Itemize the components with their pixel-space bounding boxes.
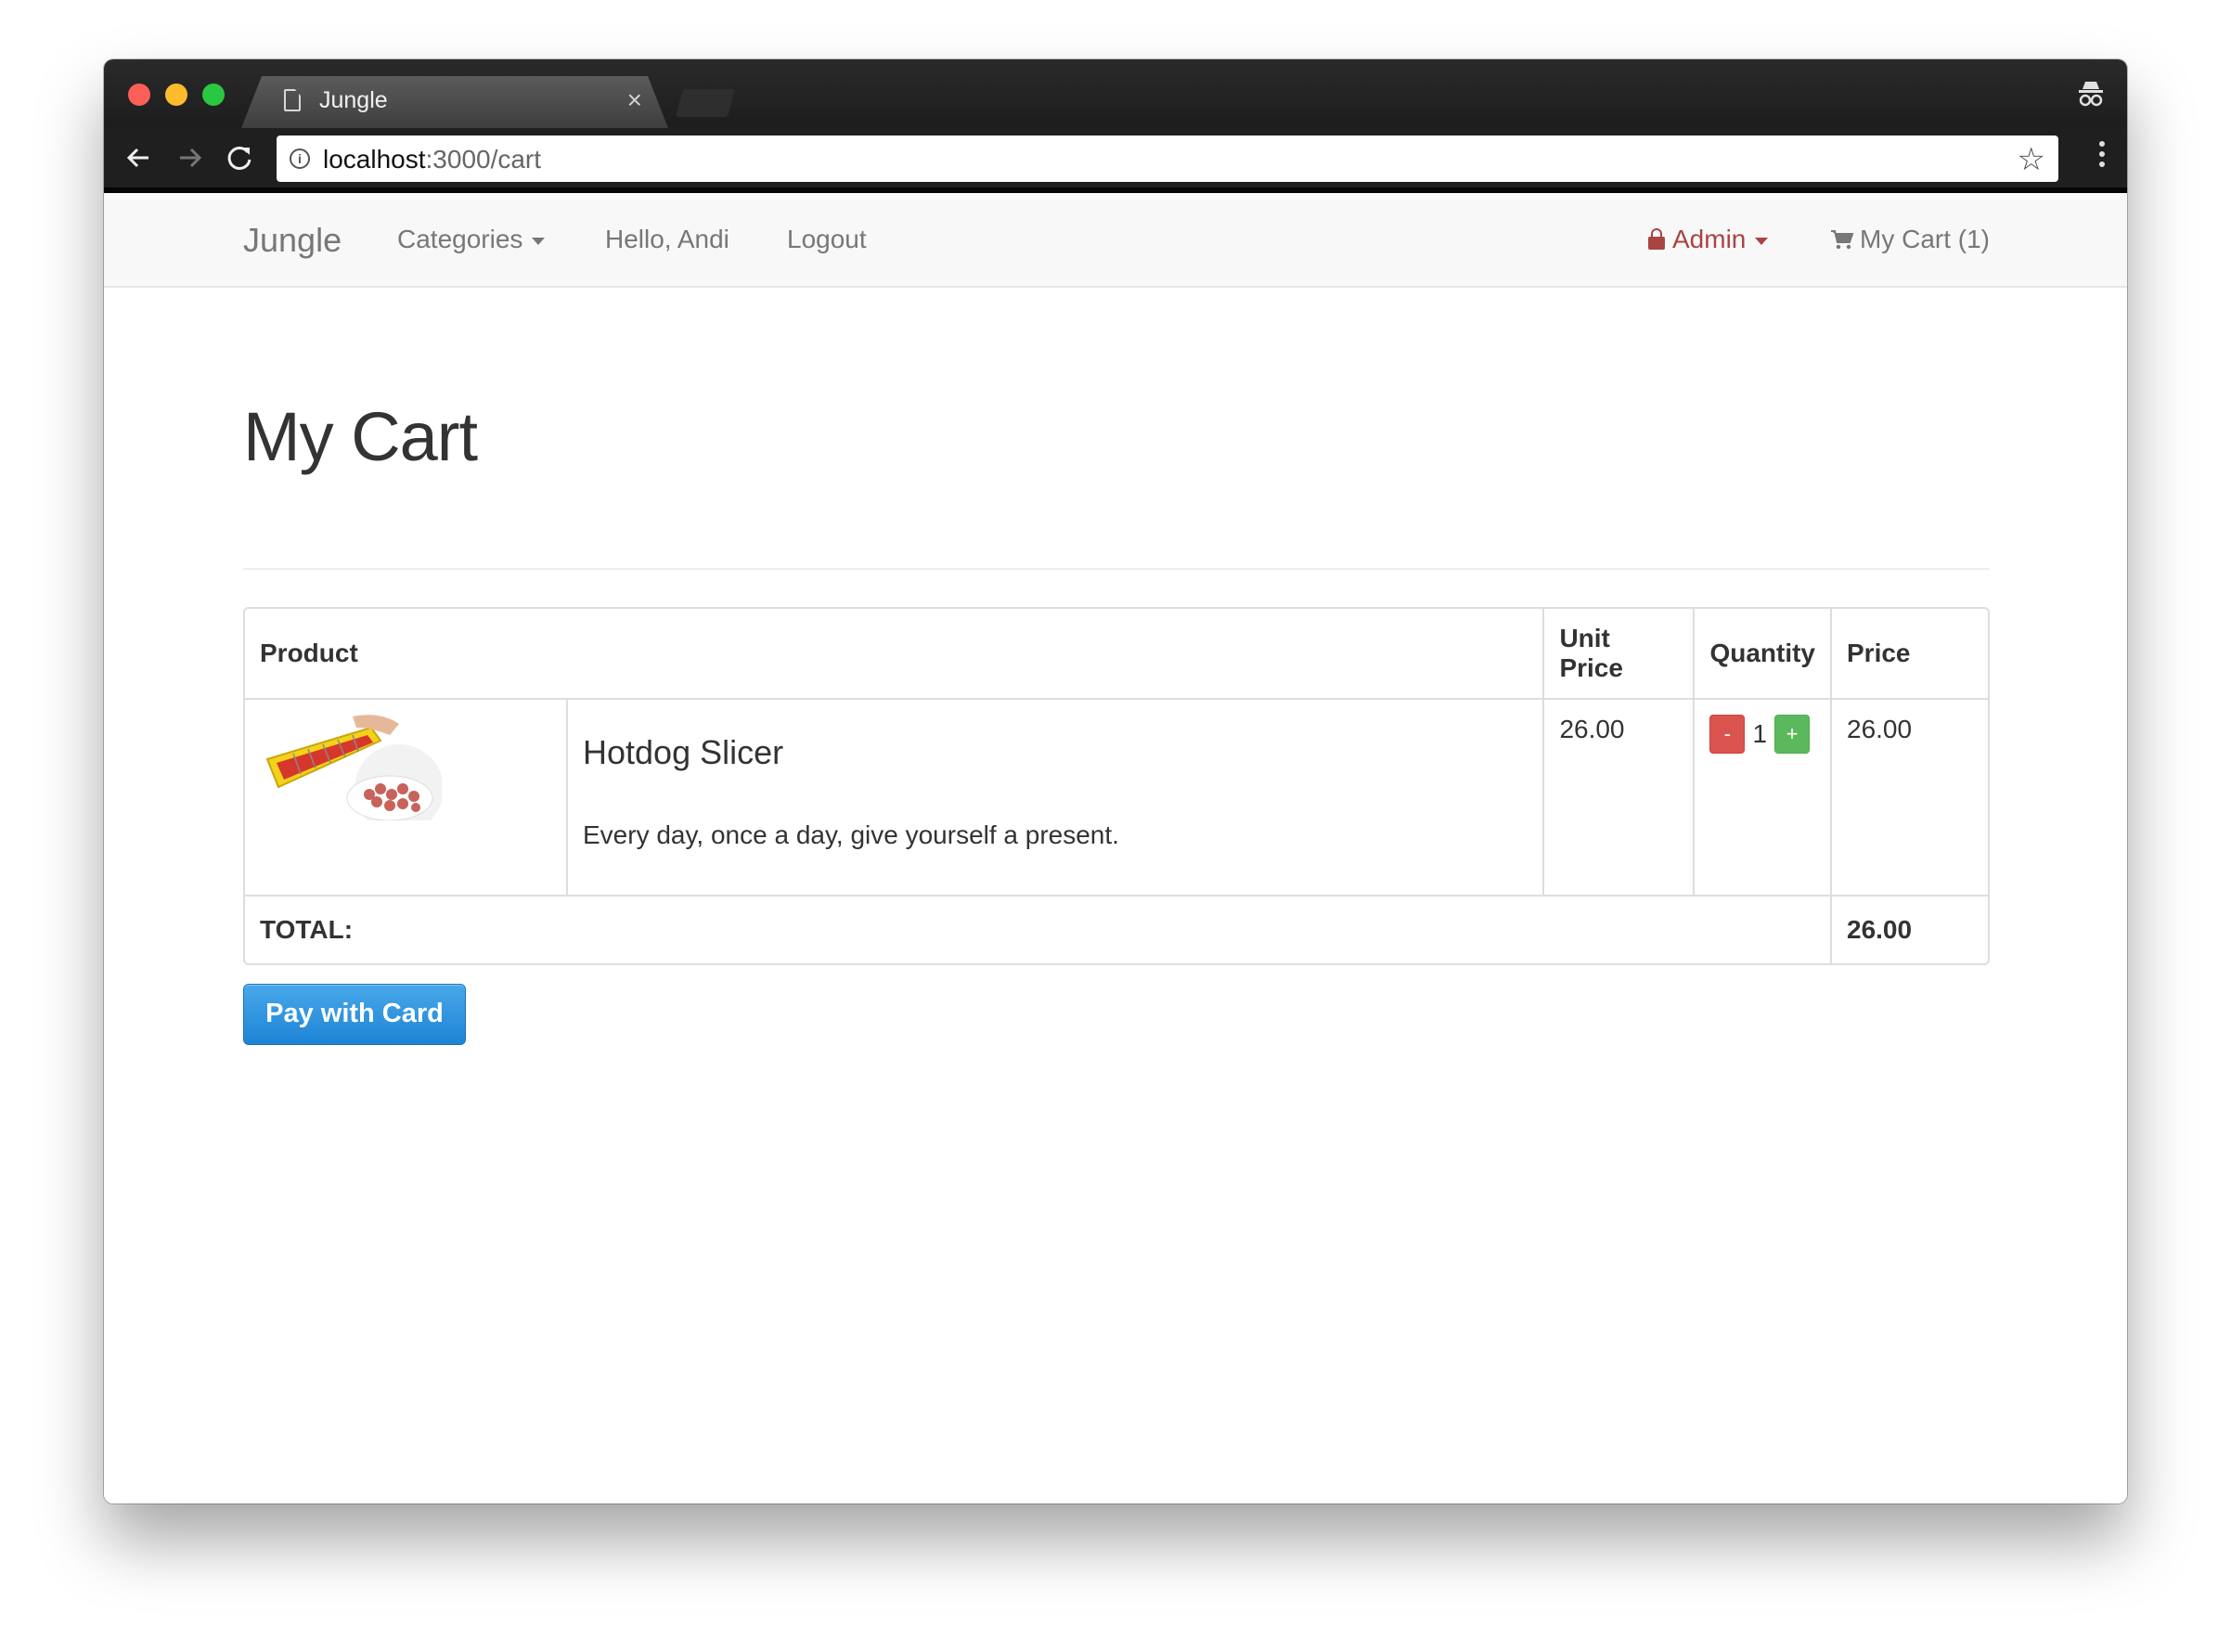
pay-with-card-button[interactable]: Pay with Card (243, 984, 466, 1045)
table-row: Hotdog Slicer Every day, once a day, giv… (245, 698, 1988, 895)
my-cart-link[interactable]: My Cart (1) (1830, 225, 1990, 254)
page-content: Jungle Categories Hello, Andi Logout Adm… (104, 193, 2127, 1504)
browser-toolbar: i localhost:3000/cart ☆ (104, 128, 2127, 193)
tab-title: Jungle (319, 87, 388, 113)
reload-icon[interactable] (221, 139, 258, 176)
caret-down-icon (1755, 237, 1769, 245)
logout-link[interactable]: Logout (787, 225, 867, 254)
browser-window: Jungle × i localhost:3000/cart ☆ Jungle … (104, 59, 2127, 1504)
page-title: My Cart (243, 398, 478, 475)
document-icon (284, 89, 301, 111)
product-name[interactable]: Hotdog Slicer (583, 733, 1528, 772)
product-description: Every day, once a day, give yourself a p… (583, 820, 1119, 849)
header-quantity: Quantity (1693, 609, 1830, 698)
categories-dropdown[interactable]: Categories (397, 225, 546, 254)
lock-icon (1648, 228, 1665, 250)
quantity-cell: -1 + (1693, 698, 1830, 895)
address-bar[interactable]: i localhost:3000/cart ☆ (277, 136, 2058, 182)
url-text[interactable]: localhost:3000/cart (323, 145, 541, 174)
close-window-button[interactable] (128, 84, 150, 106)
new-tab-button[interactable] (675, 89, 736, 117)
product-image[interactable] (260, 715, 444, 833)
site-navbar: Jungle Categories Hello, Andi Logout Adm… (104, 193, 2127, 288)
brand-link[interactable]: Jungle (243, 221, 342, 260)
greeting-link[interactable]: Hello, Andi (605, 225, 729, 254)
header-product: Product (260, 639, 358, 667)
my-cart-label: My Cart (1) (1860, 225, 1990, 253)
table-header-row: Product Unit Price Quantity Price (245, 609, 1988, 698)
star-icon[interactable]: ☆ (2018, 141, 2045, 178)
title-divider (243, 568, 1990, 570)
back-arrow-icon[interactable] (121, 139, 158, 176)
price-cell: 26.00 (1830, 698, 1988, 895)
shopping-cart-icon (1831, 230, 1854, 250)
minimize-window-button[interactable] (165, 84, 187, 106)
header-unit-price: Unit Price (1542, 609, 1693, 698)
forward-arrow-icon[interactable] (171, 139, 208, 176)
admin-label: Admin (1672, 225, 1747, 253)
menu-icon[interactable] (2099, 141, 2107, 176)
unit-price-cell: 26.00 (1542, 698, 1694, 895)
maximize-window-button[interactable] (202, 84, 225, 106)
title-bar: Jungle × (104, 59, 2127, 128)
categories-label: Categories (397, 225, 523, 253)
tab-close-icon[interactable]: × (627, 85, 642, 115)
decrease-quantity-button[interactable]: - (1709, 715, 1746, 754)
header-price: Price (1830, 609, 1988, 698)
url-path: :3000/cart (425, 145, 542, 174)
increase-quantity-button[interactable]: + (1774, 715, 1811, 754)
incognito-icon (2079, 82, 2103, 107)
total-row: TOTAL: 26.00 (245, 895, 1988, 963)
cart-table: Product Unit Price Quantity Price Hotdog… (243, 607, 1990, 965)
admin-dropdown[interactable]: Admin (1648, 225, 1769, 254)
product-info-cell: Hotdog Slicer Every day, once a day, giv… (566, 698, 1543, 895)
info-icon[interactable]: i (290, 148, 310, 169)
browser-tab[interactable]: Jungle × (241, 76, 668, 128)
product-image-cell (245, 698, 566, 895)
caret-down-icon (532, 237, 546, 245)
quantity-value: 1 (1752, 719, 1768, 748)
total-value: 26.00 (1830, 895, 1988, 963)
url-host: localhost (323, 145, 426, 174)
total-label: TOTAL: (245, 895, 1830, 963)
